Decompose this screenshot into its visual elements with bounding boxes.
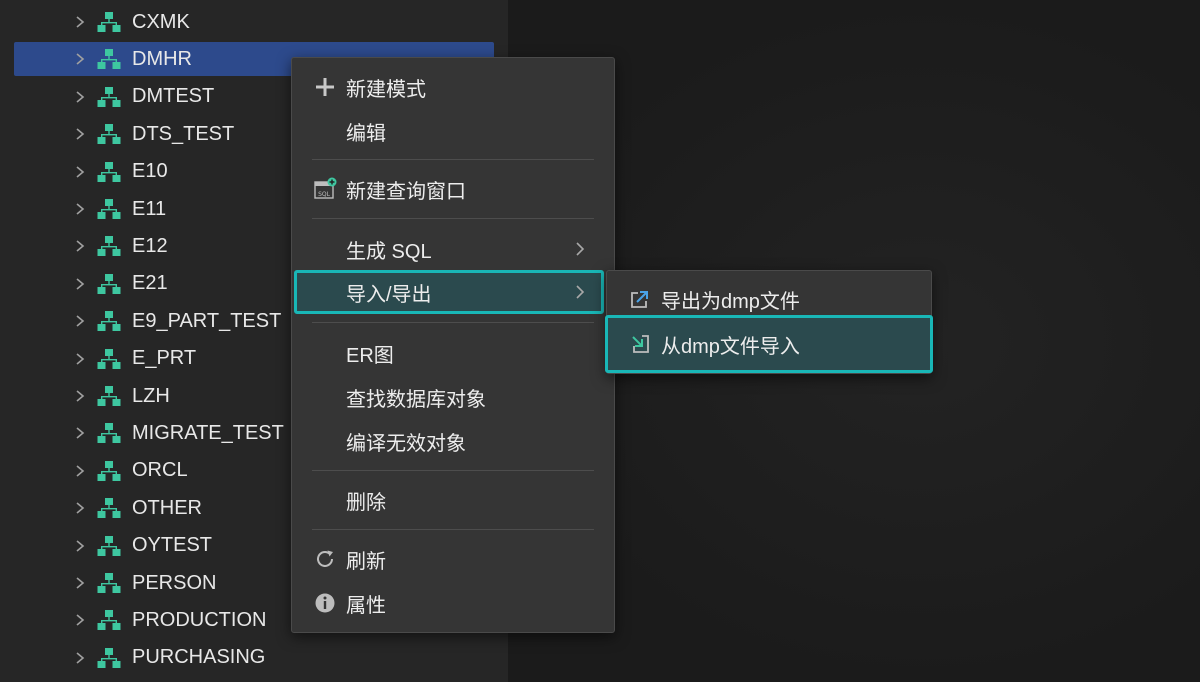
schema-icon (96, 609, 122, 631)
menu-item-delete[interactable]: 删除 (292, 480, 614, 520)
tree-item-label: DTS_TEST (132, 122, 235, 145)
menu-item-find-db-objects[interactable]: 查找数据库对象 (292, 377, 614, 417)
tree-item-label: OTHER (132, 496, 202, 519)
menu-item-edit[interactable]: 编辑 (292, 111, 614, 151)
menu-item-generate-sql[interactable]: 生成 SQL (292, 229, 614, 269)
schema-icon (96, 535, 122, 557)
sql-icon-text: SQL (318, 191, 331, 198)
tree-item-label: E9_PART_TEST (132, 309, 282, 332)
chevron-right-icon[interactable] (73, 239, 87, 253)
plus-icon (312, 74, 338, 100)
info-icon (312, 590, 338, 616)
tree-item-schema[interactable]: PURCHASING (14, 641, 494, 675)
submenu-item-label: 从dmp文件导入 (661, 335, 800, 358)
sql-query-icon: SQL (312, 176, 338, 202)
tree-item-schema[interactable]: CXMK (14, 5, 494, 39)
menu-item-properties[interactable]: 属性 (292, 583, 614, 623)
schema-icon (96, 123, 122, 145)
tree-item-label: PRODUCTION (132, 608, 267, 631)
menu-item-compile-invalid[interactable]: 编译无效对象 (292, 421, 614, 461)
schema-icon (96, 348, 122, 370)
tree-item-label: E_PRT (132, 347, 197, 370)
menu-item-label: 生成 SQL (346, 240, 432, 263)
tree-item-label: DMTEST (132, 85, 215, 108)
chevron-right-icon[interactable] (73, 464, 87, 478)
chevron-right-icon[interactable] (73, 389, 87, 403)
schema-icon (96, 647, 122, 669)
schema-icon (96, 273, 122, 295)
menu-item-label: 删除 (346, 491, 386, 514)
menu-separator (312, 529, 594, 530)
schema-icon (96, 48, 122, 70)
tree-item-label: MIGRATE_TEST (132, 421, 284, 444)
chevron-right-icon[interactable] (73, 52, 87, 66)
menu-item-new-query-window[interactable]: SQL 新建查询窗口 (292, 169, 614, 209)
menu-item-label: 刷新 (346, 550, 386, 573)
menu-item-label: 新建查询窗口 (346, 180, 466, 203)
chevron-right-icon[interactable] (73, 15, 87, 29)
tree-item-label: PURCHASING (132, 646, 266, 669)
schema-icon (96, 310, 122, 332)
schema-icon (96, 385, 122, 407)
tree-item-label: E10 (132, 160, 168, 183)
menu-separator (312, 159, 594, 160)
tree-item-label: E12 (132, 234, 168, 257)
menu-item-label: 导入/导出 (346, 283, 432, 306)
chevron-right-icon[interactable] (73, 127, 87, 141)
schema-icon (96, 497, 122, 519)
schema-icon (96, 198, 122, 220)
schema-icon (96, 460, 122, 482)
refresh-icon (312, 546, 338, 572)
schema-icon (96, 86, 122, 108)
menu-item-label: 编译无效对象 (346, 432, 466, 455)
tree-item-label: E21 (132, 272, 168, 295)
menu-item-new-schema[interactable]: 新建模式 (292, 67, 614, 107)
chevron-right-icon[interactable] (73, 501, 87, 515)
menu-separator (312, 470, 594, 471)
menu-item-er-diagram[interactable]: ER图 (292, 333, 614, 373)
tree-item-label: ORCL (132, 459, 188, 482)
submenu-item-label: 导出为dmp文件 (661, 290, 800, 313)
chevron-right-icon[interactable] (73, 277, 87, 291)
tree-item-label: LZH (132, 384, 170, 407)
schema-icon (96, 11, 122, 33)
menu-separator (312, 218, 594, 219)
chevron-right-icon[interactable] (73, 202, 87, 216)
tree-item-label: PERSON (132, 571, 217, 594)
chevron-right-icon[interactable] (73, 576, 87, 590)
import-export-submenu: 导出为dmp文件 从dmp文件导入 (605, 270, 933, 374)
import-icon (627, 331, 653, 357)
chevron-right-icon[interactable] (73, 90, 87, 104)
menu-item-label: 新建模式 (346, 78, 426, 101)
chevron-right-icon[interactable] (73, 165, 87, 179)
chevron-right-icon[interactable] (73, 426, 87, 440)
menu-item-label: 编辑 (346, 122, 386, 145)
schema-icon (96, 235, 122, 257)
tree-item-label: CXMK (132, 10, 190, 33)
schema-icon (96, 572, 122, 594)
submenu-item-import-dmp[interactable]: 从dmp文件导入 (605, 315, 933, 373)
context-menu: 新建模式 编辑 SQL 新建查询窗口 生成 SQL 导入/导出 ER图 查找数据… (291, 57, 615, 633)
tree-item-label: DMHR (132, 47, 192, 70)
menu-item-label: 查找数据库对象 (346, 388, 486, 411)
schema-icon (96, 422, 122, 444)
tree-item-label: E11 (132, 197, 167, 220)
menu-item-refresh[interactable]: 刷新 (292, 539, 614, 579)
menu-separator (312, 322, 594, 323)
menu-item-label: 属性 (346, 594, 386, 617)
chevron-right-icon[interactable] (73, 314, 87, 328)
chevron-right-icon[interactable] (73, 352, 87, 366)
menu-item-label: ER图 (346, 344, 394, 367)
chevron-right-icon[interactable] (73, 613, 87, 627)
export-icon (627, 286, 653, 312)
chevron-right-icon (572, 239, 588, 259)
chevron-right-icon (572, 282, 588, 302)
tree-item-label: OYTEST (132, 534, 213, 557)
schema-icon (96, 161, 122, 183)
chevron-right-icon[interactable] (73, 539, 87, 553)
chevron-right-icon[interactable] (73, 651, 87, 665)
menu-item-import-export[interactable]: 导入/导出 (294, 270, 604, 314)
